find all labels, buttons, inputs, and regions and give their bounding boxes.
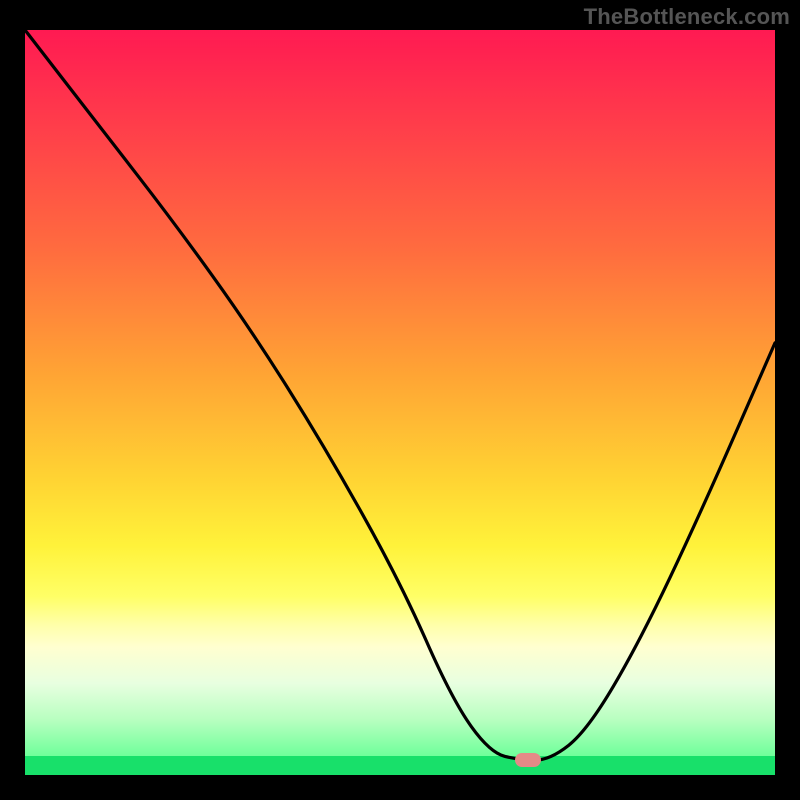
chart-frame: TheBottleneck.com (0, 0, 800, 800)
bottleneck-curve-svg (25, 30, 775, 775)
bottleneck-curve-path (25, 30, 775, 760)
plot-area (25, 30, 775, 775)
optimal-point-marker (515, 753, 541, 767)
watermark-text: TheBottleneck.com (584, 4, 790, 30)
